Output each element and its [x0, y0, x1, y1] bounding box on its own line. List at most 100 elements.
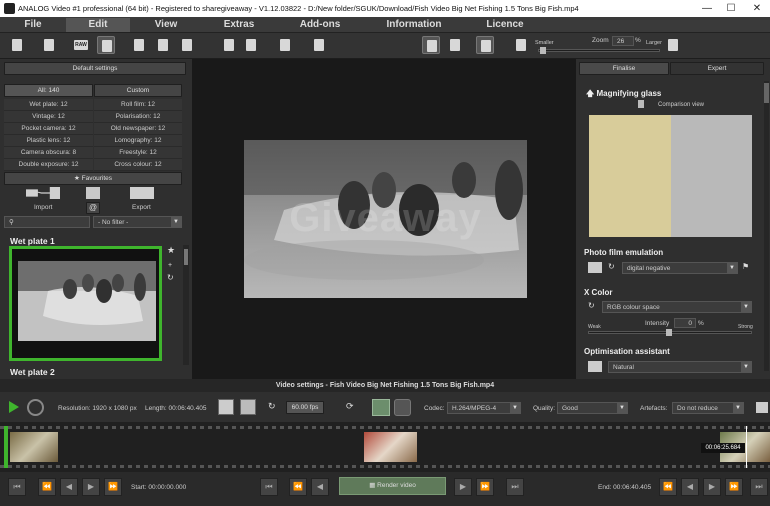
tab-custom[interactable]: Custom [94, 84, 182, 97]
category-freestyle[interactable]: Freestyle: 12 [94, 147, 182, 159]
category-polarisation[interactable]: Polarisation: 12 [94, 111, 182, 123]
category-roll-film[interactable]: Roll film: 12 [94, 99, 182, 111]
fps-field[interactable]: 60.00 fps [286, 401, 324, 414]
preset-scrollbar[interactable] [183, 245, 189, 365]
play-icon[interactable] [9, 401, 19, 413]
zoom-slider-thumb[interactable] [540, 47, 546, 54]
resize-icon[interactable] [240, 399, 256, 415]
preset-thumbnail-selected[interactable] [9, 246, 162, 361]
film-icon[interactable] [178, 36, 196, 54]
import-icon[interactable] [26, 187, 60, 199]
magnifier-view[interactable] [589, 115, 752, 237]
audio-settings-icon[interactable] [394, 399, 411, 416]
film-select[interactable]: digital negative ▼ [622, 262, 738, 274]
menu-addons[interactable]: Add-ons [294, 18, 346, 32]
artefacts-select[interactable]: Do not reduce ▼ [672, 402, 744, 414]
right-scrollbar[interactable] [764, 81, 769, 371]
close-button[interactable]: ✕ [750, 2, 764, 15]
category-old-newspaper[interactable]: Old newspaper: 12 [94, 123, 182, 135]
step-back-icon[interactable]: ◀ [311, 478, 329, 496]
mirror-icon[interactable] [476, 36, 494, 54]
favourites-button[interactable]: ★ Favourites [4, 172, 182, 185]
slideshow-icon[interactable] [242, 36, 260, 54]
save-icon[interactable] [130, 36, 148, 54]
render-video-button[interactable]: ▦ Render video [339, 477, 446, 495]
crop-icon[interactable] [276, 36, 294, 54]
category-lomography[interactable]: Lomography: 12 [94, 135, 182, 147]
menu-view[interactable]: View [142, 18, 190, 32]
film-grid-icon[interactable] [588, 262, 602, 273]
optimisation-grid-icon[interactable] [588, 361, 602, 372]
fast-forward-icon[interactable]: ⏩ [725, 478, 743, 496]
category-cross-colour[interactable]: Cross colour: 12 [94, 159, 182, 171]
reset-icon[interactable]: ↻ [588, 301, 595, 310]
intensity-slider-thumb[interactable] [666, 329, 672, 336]
refresh-icon[interactable] [446, 36, 464, 54]
timeline[interactable]: 00:06:25.684 [0, 422, 770, 472]
menu-extras[interactable]: Extras [212, 18, 266, 32]
minimize-button[interactable]: — [700, 2, 714, 15]
at-sign-button[interactable]: @ [86, 202, 100, 214]
tab-expert[interactable]: Expert [670, 62, 764, 75]
default-settings-button[interactable]: Default settings [4, 62, 186, 75]
category-plastic-lens[interactable]: Plastic lens: 12 [4, 135, 93, 147]
flag-icon[interactable]: ⚑ [742, 262, 749, 271]
menu-edit[interactable]: Edit [66, 18, 130, 32]
fps-reset-icon[interactable]: ↻ [268, 401, 276, 412]
filter-select[interactable]: - No filter - ▼ [93, 216, 182, 228]
category-pocket-camera[interactable]: Pocket camera: 12 [4, 123, 93, 135]
arrow-down-icon[interactable] [512, 36, 530, 54]
step-back-icon[interactable]: ◀ [60, 478, 78, 496]
zoom-arrow-icon[interactable] [664, 36, 682, 54]
comparison-toggle[interactable] [638, 100, 644, 108]
rewind-icon[interactable]: ⏪ [289, 478, 307, 496]
preview-image[interactable]: Giveaway [244, 140, 527, 298]
step-forward-icon[interactable]: ▶ [454, 478, 472, 496]
go-end-icon[interactable]: ⏭ [750, 478, 768, 496]
step-back-icon[interactable]: ◀ [681, 478, 699, 496]
category-camera-obscura[interactable]: Camera obscura: 8 [4, 147, 93, 159]
open-file-icon[interactable] [40, 36, 58, 54]
fast-forward-icon[interactable]: ⏩ [104, 478, 122, 496]
export-icon[interactable] [130, 187, 154, 199]
optimisation-select[interactable]: Natural ▼ [608, 361, 752, 373]
rewind-icon[interactable]: ⏪ [38, 478, 56, 496]
menu-information[interactable]: Information [380, 18, 448, 32]
audio-on-icon[interactable] [372, 399, 390, 416]
fast-forward-icon[interactable]: ⏩ [476, 478, 494, 496]
category-double-exposure[interactable]: Double exposure: 12 [4, 159, 93, 171]
add-icon[interactable]: + [168, 262, 172, 269]
category-vintage[interactable]: Vintage: 12 [4, 111, 93, 123]
settings-gears-icon[interactable] [97, 36, 115, 54]
refresh-small-icon[interactable]: ↻ [167, 273, 174, 282]
output-icon[interactable] [756, 402, 768, 413]
category-wet-plate[interactable]: Wet plate: 12 [4, 99, 93, 111]
tab-all[interactable]: All: 140 [4, 84, 93, 97]
play-circle-icon[interactable] [27, 399, 44, 416]
print-icon[interactable] [154, 36, 172, 54]
menu-file[interactable]: File [14, 18, 52, 32]
grid-icon[interactable] [86, 187, 100, 199]
batch-icon[interactable] [220, 36, 238, 54]
reset-icon[interactable]: ↻ [608, 262, 615, 271]
rewind-icon[interactable]: ⏪ [659, 478, 677, 496]
zoom-value-field[interactable]: 26 [612, 36, 634, 46]
start-marker[interactable] [4, 426, 8, 468]
maximize-button[interactable]: ☐ [724, 2, 738, 15]
raw-icon[interactable] [72, 36, 90, 54]
tab-finalise[interactable]: Finalise [579, 62, 669, 75]
frame-icon[interactable] [218, 399, 234, 415]
codec-select[interactable]: H.264/MPEG-4 ▼ [447, 402, 521, 414]
sync-icon[interactable]: ⟳ [346, 401, 354, 412]
colour-space-select[interactable]: RGB colour space ▼ [602, 301, 752, 313]
right-scrollbar-thumb[interactable] [764, 83, 769, 103]
step-forward-icon[interactable]: ▶ [703, 478, 721, 496]
quality-select[interactable]: Good ▼ [557, 402, 628, 414]
menu-licence[interactable]: Licence [482, 18, 528, 32]
step-forward-icon[interactable]: ▶ [82, 478, 100, 496]
search-input[interactable]: ⚲ [4, 216, 90, 228]
preset-scrollbar-thumb[interactable] [184, 249, 188, 265]
set-end-icon[interactable]: ⏭ [506, 478, 524, 496]
favourite-star-icon[interactable]: ★ [167, 245, 175, 256]
compare-icon[interactable] [422, 36, 440, 54]
